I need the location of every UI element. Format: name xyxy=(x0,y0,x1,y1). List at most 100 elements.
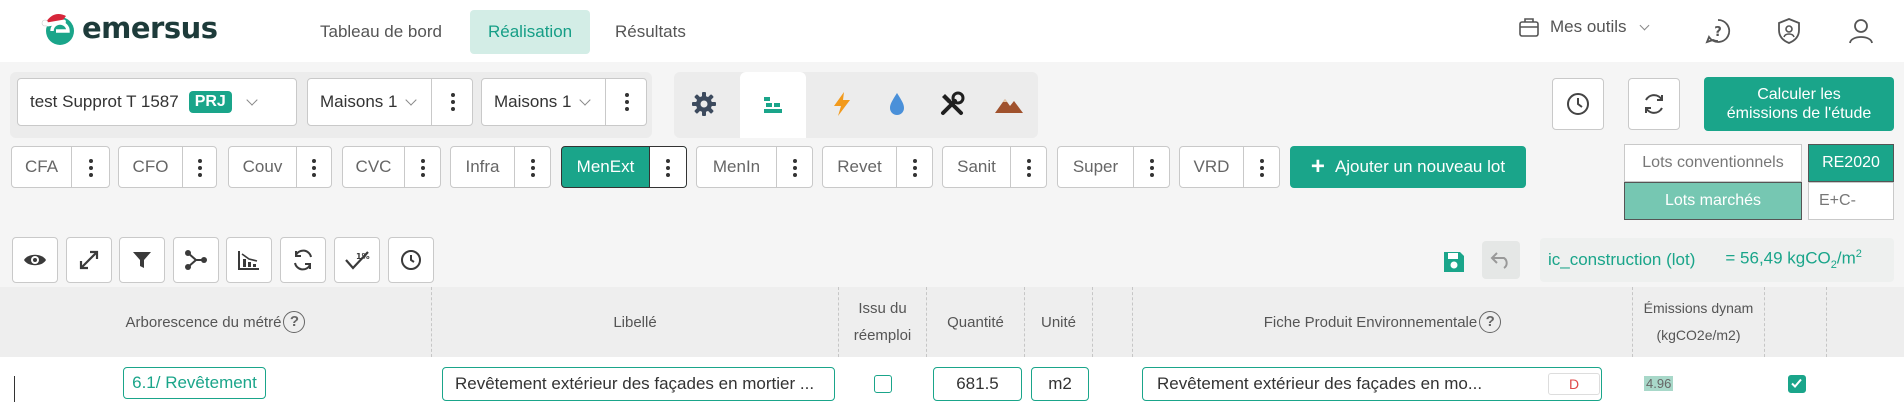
zone-select[interactable]: Maisons 1 xyxy=(481,78,647,126)
brand-name: emersus xyxy=(82,11,218,45)
lot-tab-super[interactable]: Super xyxy=(1057,146,1170,188)
shield-icon[interactable] xyxy=(1775,17,1803,45)
save-icon[interactable] xyxy=(1442,250,1466,274)
row-select-checkbox[interactable] xyxy=(1788,375,1806,393)
lot-label: CFO xyxy=(119,147,183,187)
user-icon[interactable] xyxy=(1847,17,1875,45)
building-select-value: Maisons 1 xyxy=(320,92,398,111)
lot-more-icon[interactable] xyxy=(650,147,686,187)
lot-more-icon[interactable] xyxy=(1011,147,1046,187)
quantity-input[interactable]: 681.5 xyxy=(933,367,1022,401)
lot-more-icon[interactable] xyxy=(1134,147,1169,187)
lot-more-icon[interactable] xyxy=(777,147,812,187)
project-select[interactable]: test Supprot T 1587 PRJ xyxy=(17,78,297,126)
divider xyxy=(431,79,432,125)
lot-more-icon[interactable] xyxy=(72,147,109,187)
building-select[interactable]: Maisons 1 xyxy=(307,78,473,126)
label-input[interactable]: Revêtement extérieur des façades en mort… xyxy=(442,367,835,401)
help-icon[interactable]: ? xyxy=(1704,17,1732,45)
lot-tab-infra[interactable]: Infra xyxy=(450,146,551,188)
chevron-down-icon xyxy=(405,94,418,106)
lot-more-icon[interactable] xyxy=(1244,147,1279,187)
clock-icon xyxy=(401,250,421,270)
tools-category[interactable] xyxy=(930,80,974,128)
lot-tab-cfa[interactable]: CFA xyxy=(11,146,110,188)
lot-label: Super xyxy=(1058,147,1134,187)
chevron-down-icon xyxy=(579,94,592,106)
view-button[interactable] xyxy=(12,237,58,283)
history-button[interactable] xyxy=(1552,78,1604,130)
lot-more-icon[interactable] xyxy=(515,147,550,187)
electricity-category[interactable] xyxy=(820,80,864,128)
chart-button[interactable] xyxy=(226,237,272,283)
col-header-unit[interactable]: Unité xyxy=(1025,287,1093,357)
lot-tab-sanit[interactable]: Sanit xyxy=(942,146,1047,188)
check-icon xyxy=(1791,378,1802,388)
nav-resultats[interactable]: Résultats xyxy=(597,10,704,54)
toggle-re2020[interactable]: RE2020 xyxy=(1808,144,1894,182)
nav-tableau-de-bord[interactable]: Tableau de bord xyxy=(302,10,460,54)
building-more-icon[interactable] xyxy=(451,93,455,111)
sync-button[interactable] xyxy=(280,237,326,283)
lot-more-icon[interactable] xyxy=(405,147,440,187)
filter-button[interactable] xyxy=(119,237,165,283)
tree-node-button[interactable]: 6.1/ Revêtement xyxy=(123,367,266,399)
tree-button[interactable] xyxy=(173,237,219,283)
lot-tab-menext[interactable]: MenExt xyxy=(561,146,687,188)
expand-button[interactable] xyxy=(66,237,112,283)
undo-icon xyxy=(1490,252,1508,269)
toggle-lots-conventionnels[interactable]: Lots conventionnels xyxy=(1624,144,1802,182)
ic-construction-indicator: ic_construction (lot) = 56,49 kgCO2/m2 xyxy=(1540,238,1894,282)
calculate-emissions-button[interactable]: Calculer les émissions de l'étude xyxy=(1704,77,1894,131)
col-header-empty xyxy=(1093,287,1133,357)
lot-label: MenIn xyxy=(697,147,777,187)
lot-tab-vrd[interactable]: VRD xyxy=(1179,146,1280,188)
help-icon[interactable]: ? xyxy=(1479,311,1502,333)
col-header-label[interactable]: Libellé xyxy=(432,287,839,357)
lot-tab-cfo[interactable]: CFO xyxy=(118,146,217,188)
reuse-checkbox[interactable] xyxy=(874,375,892,393)
history-action-button[interactable] xyxy=(388,237,434,283)
calculate-label-line1: Calculer les xyxy=(1757,86,1841,103)
zone-select-value: Maisons 1 xyxy=(494,92,572,111)
zone-more-icon[interactable] xyxy=(625,93,629,111)
lot-tab-cvc[interactable]: CVC xyxy=(342,146,441,188)
fiche-type-tag: D xyxy=(1548,373,1600,395)
lot-more-icon[interactable] xyxy=(183,147,216,187)
col-header-quantity[interactable]: Quantité xyxy=(927,287,1025,357)
fiche-value: Revêtement extérieur des façades en mo..… xyxy=(1157,374,1483,393)
col-header-fiche[interactable]: Fiche Produit Environnementale? xyxy=(1133,287,1633,357)
logo-mark-icon xyxy=(38,8,78,48)
settings-category[interactable] xyxy=(682,80,726,128)
clock-icon xyxy=(1567,93,1589,115)
lot-tab-menin[interactable]: MenIn xyxy=(696,146,813,188)
share-tree-icon xyxy=(185,250,207,270)
nav-realisation[interactable]: Réalisation xyxy=(470,10,591,54)
lot-tab-couv[interactable]: Couv xyxy=(228,146,332,188)
add-lot-label: Ajouter un nouveau lot xyxy=(1334,157,1506,176)
filter-icon xyxy=(133,252,151,268)
lot-label: Sanit xyxy=(943,147,1011,187)
refresh-button[interactable] xyxy=(1628,78,1680,130)
structure-category[interactable] xyxy=(740,72,806,138)
water-category[interactable] xyxy=(875,80,919,128)
add-lot-button[interactable]: + Ajouter un nouveau lot xyxy=(1290,146,1526,188)
validate-button[interactable]: 1% xyxy=(334,237,380,283)
toggle-ec[interactable]: E+C- xyxy=(1808,182,1894,220)
unit-input[interactable]: m2 xyxy=(1031,367,1089,401)
lot-more-icon[interactable] xyxy=(297,147,331,187)
col-header-emissions[interactable]: Émissions dynam (kgCO2e/m2) xyxy=(1633,287,1765,357)
brand-logo[interactable]: emersus xyxy=(38,8,218,48)
toggle-lots-marches[interactable]: Lots marchés xyxy=(1624,182,1802,220)
tools-menu[interactable]: Mes outils xyxy=(1518,16,1649,38)
undo-button[interactable] xyxy=(1482,241,1520,279)
fiche-input[interactable]: Revêtement extérieur des façades en mo..… xyxy=(1142,367,1602,401)
svg-text:1%: 1% xyxy=(356,252,370,261)
terrain-category[interactable] xyxy=(987,80,1031,128)
lot-tab-revet[interactable]: Revet xyxy=(822,146,933,188)
col-header-reuse[interactable]: Issu du réemploi xyxy=(839,287,927,357)
help-icon[interactable]: ? xyxy=(283,311,306,333)
col-header-tree[interactable]: Arborescence du métré? xyxy=(0,287,432,357)
lot-label: Infra xyxy=(451,147,515,187)
lot-more-icon[interactable] xyxy=(897,147,932,187)
